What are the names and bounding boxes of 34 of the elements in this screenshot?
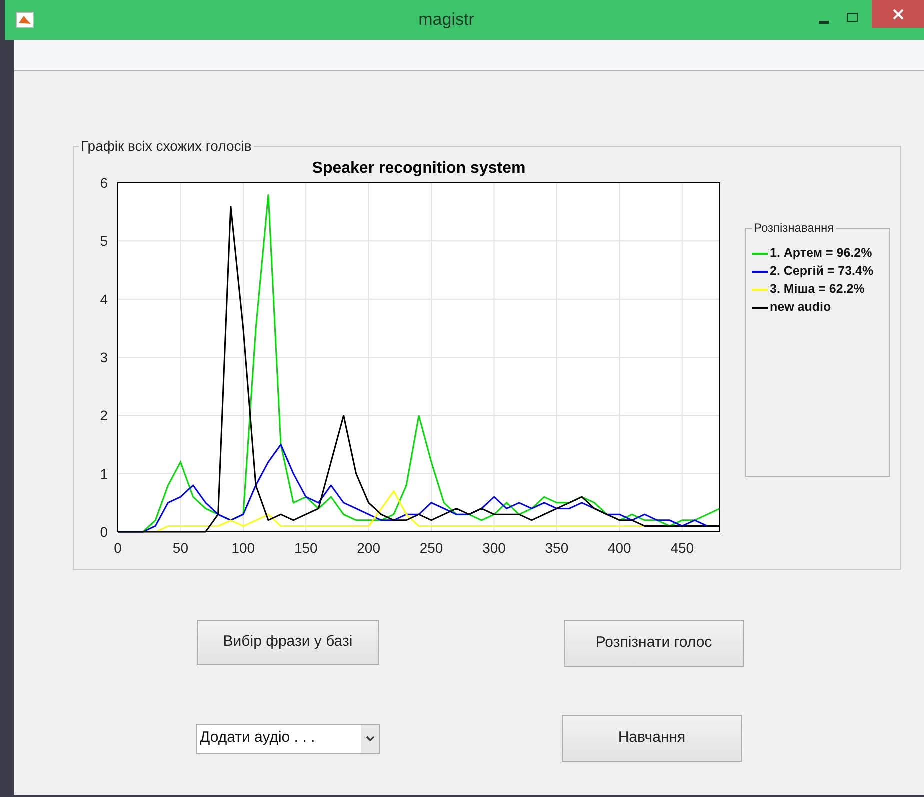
add-audio-dropdown[interactable]: Додати аудіо . . . <box>196 724 380 754</box>
x-tick-label: 0 <box>114 540 122 556</box>
x-tick-label: 400 <box>608 540 632 556</box>
y-tick-label: 3 <box>100 350 108 366</box>
y-tick-label: 0 <box>100 524 108 540</box>
chart-title: Speaker recognition system <box>312 160 526 177</box>
y-tick-label: 5 <box>100 233 108 250</box>
x-tick-label: 350 <box>545 540 569 556</box>
y-tick-label: 4 <box>100 291 108 308</box>
x-tick-label: 300 <box>482 540 506 556</box>
minimize-icon[interactable] <box>819 20 829 24</box>
legend-label: 1. Артем = 96.2% <box>770 245 872 262</box>
chevron-down-icon <box>366 736 374 742</box>
x-tick-label: 150 <box>294 540 318 556</box>
app-icon <box>16 12 34 28</box>
legend-title: Розпізнавання <box>752 221 836 235</box>
close-button[interactable] <box>872 0 924 28</box>
y-tick-label: 6 <box>100 175 108 191</box>
y-tick-label: 2 <box>100 408 108 424</box>
x-tick-label: 100 <box>232 540 256 556</box>
legend-label: 2. Сергій = 73.4% <box>770 263 874 280</box>
training-button[interactable]: Навчання <box>562 715 742 762</box>
legend-label: 3. Міша = 62.2% <box>770 281 865 298</box>
close-icon <box>892 8 904 20</box>
select-phrase-button[interactable]: Вибір фрази у базі <box>197 620 379 665</box>
x-tick-label: 50 <box>172 540 188 556</box>
y-tick-label: 1 <box>100 466 108 482</box>
x-tick-label: 200 <box>357 540 381 556</box>
maximize-icon[interactable] <box>847 12 858 22</box>
window-title: magistr <box>418 9 476 32</box>
recognize-button[interactable]: Розпізнати голос <box>564 620 744 667</box>
x-tick-label: 450 <box>670 540 694 556</box>
x-tick-label: 250 <box>420 540 444 556</box>
legend-label: new audio <box>770 299 832 316</box>
